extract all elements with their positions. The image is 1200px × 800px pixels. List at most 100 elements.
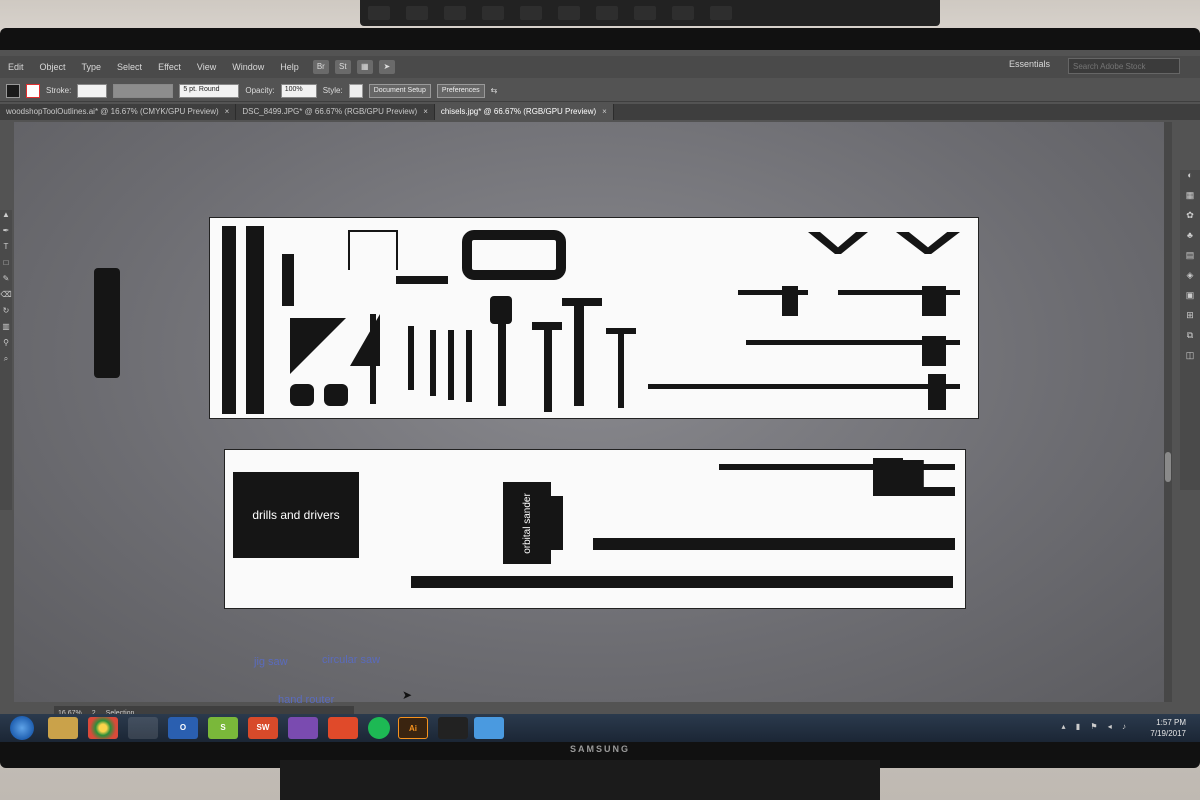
jig-saw-label[interactable]: jig saw	[254, 656, 288, 668]
circular-saw-label[interactable]: circular saw	[322, 654, 380, 666]
hammer-handle[interactable]	[544, 326, 552, 412]
bar-clamp-shape[interactable]	[648, 384, 960, 389]
canvas[interactable]: drills and drivers orbital sander jig sa…	[14, 122, 1164, 706]
preferences-button[interactable]: Preferences	[436, 83, 485, 98]
properties-panel-icon[interactable]: ▤	[1180, 250, 1200, 270]
app-button[interactable]: S	[208, 717, 238, 739]
pathfinder-panel-icon[interactable]: ◫	[1180, 350, 1200, 370]
transform-panel-icon[interactable]: ⧉	[1180, 330, 1200, 350]
screwdriver-shape[interactable]	[430, 330, 436, 396]
tab-chisels[interactable]: chisels.jpg* @ 66.67% (RGB/GPU Preview) ×	[434, 104, 614, 120]
menu-object[interactable]: Object	[32, 62, 74, 72]
menu-select[interactable]: Select	[109, 62, 150, 72]
stroke-weight-field[interactable]	[77, 83, 108, 98]
pen-tool-icon[interactable]: ✒	[0, 226, 12, 242]
brushes-panel-icon[interactable]: ✿	[1180, 210, 1200, 230]
stroke-swatch[interactable]	[26, 83, 40, 98]
claw-hammer-handle[interactable]	[574, 302, 584, 406]
scroll-thumb[interactable]	[1165, 452, 1171, 482]
app-button[interactable]	[438, 717, 468, 739]
bridge-button[interactable]: Br	[312, 60, 329, 74]
vertical-scrollbar[interactable]	[1164, 122, 1172, 702]
zoom-tool-icon[interactable]: ⌕	[0, 354, 12, 370]
solidworks-button[interactable]: SW	[248, 717, 278, 739]
coping-saw-handle[interactable]	[396, 276, 448, 284]
type-tool-icon[interactable]: T	[0, 242, 12, 258]
arrange-docs-icon[interactable]: ▦	[356, 60, 373, 74]
close-icon[interactable]: ×	[602, 107, 607, 116]
menu-edit[interactable]: Edit	[0, 62, 32, 72]
artboard-power-tools[interactable]: drills and drivers orbital sander	[224, 449, 966, 609]
chisel-shape[interactable]	[94, 268, 120, 378]
rectangle-tool-icon[interactable]: □	[0, 258, 12, 274]
variable-width-field[interactable]	[113, 83, 174, 98]
outlook-button[interactable]: O	[168, 717, 198, 739]
rule-shape[interactable]	[370, 314, 376, 404]
illustrator-button[interactable]: Ai	[398, 717, 428, 739]
close-icon[interactable]: ×	[423, 107, 428, 116]
start-button[interactable]	[10, 716, 34, 740]
brush-definition[interactable]: 5 pt. Round	[179, 83, 240, 98]
selection-tool-icon[interactable]: ▲	[0, 210, 12, 226]
screwdriver-shape[interactable]	[448, 330, 454, 400]
close-icon[interactable]: ×	[225, 107, 230, 116]
align-panel-icon[interactable]: ⊞	[1180, 310, 1200, 330]
color-panel-icon[interactable]: ◐	[1180, 170, 1200, 190]
speed-square-shape[interactable]	[290, 318, 346, 374]
tab-woodshop[interactable]: woodshopToolOutlines.ai* @ 16.67% (CMYK/…	[0, 104, 237, 120]
arrange-icon[interactable]: ⇆	[491, 86, 498, 95]
clamp-jaw[interactable]	[873, 458, 903, 496]
app-button[interactable]	[288, 717, 318, 739]
clamp-jaw[interactable]	[928, 374, 946, 410]
clock[interactable]: 1:57 PM 7/19/2017	[1150, 717, 1186, 739]
artboard-hand-tools[interactable]	[209, 217, 979, 419]
spotify-button[interactable]	[368, 717, 390, 739]
screwdriver-shape[interactable]	[466, 330, 472, 402]
tack-hammer-handle[interactable]	[618, 330, 624, 408]
system-tray-icons[interactable]: ▴ ▮ ⚑ ◂ ♪	[1062, 722, 1131, 731]
f-clamp-jaw[interactable]	[782, 286, 798, 316]
menu-window[interactable]: Window	[224, 62, 272, 72]
stock-search-input[interactable]	[1068, 58, 1180, 74]
sander-handle[interactable]	[551, 496, 563, 550]
level-shape[interactable]	[222, 226, 236, 414]
screwdriver-shape[interactable]	[408, 326, 414, 390]
drills-and-drivers-block[interactable]: drills and drivers	[233, 472, 359, 558]
mallet-handle[interactable]	[498, 318, 506, 406]
tape-measure-shape[interactable]	[290, 384, 314, 406]
creative-cloud-button[interactable]	[328, 717, 358, 739]
swatches-panel-icon[interactable]: ▦	[1180, 190, 1200, 210]
menu-view[interactable]: View	[189, 62, 224, 72]
app-button[interactable]	[474, 717, 504, 739]
orbital-sander-block[interactable]: orbital sander	[503, 482, 551, 564]
fill-swatch[interactable]	[6, 83, 20, 98]
tab-dsc[interactable]: DSC_8499.JPG* @ 66.67% (RGB/GPU Preview)…	[236, 104, 435, 120]
eyedropper-tool-icon[interactable]: ⚲	[0, 338, 12, 354]
f-clamp-jaw[interactable]	[922, 336, 946, 366]
artboards-panel-icon[interactable]: ▣	[1180, 290, 1200, 310]
straightedge-shape[interactable]	[411, 576, 953, 588]
style-swatch[interactable]	[348, 83, 363, 98]
send-icon[interactable]: ➤	[378, 60, 395, 74]
menu-effect[interactable]: Effect	[150, 62, 189, 72]
f-clamp-jaw[interactable]	[922, 286, 946, 316]
hacksaw-shape[interactable]	[462, 230, 566, 280]
app-button[interactable]	[128, 717, 158, 739]
level-shape[interactable]	[246, 226, 264, 414]
coping-saw-shape[interactable]	[348, 230, 398, 270]
corner-clamp-shape[interactable]	[808, 232, 868, 254]
menu-type[interactable]: Type	[74, 62, 110, 72]
chrome-button[interactable]	[88, 717, 118, 739]
opacity-field[interactable]: 100%	[280, 83, 317, 98]
square-shape[interactable]	[282, 254, 294, 306]
file-explorer-button[interactable]	[48, 717, 78, 739]
layers-panel-icon[interactable]: ◈	[1180, 270, 1200, 290]
rotate-tool-icon[interactable]: ↻	[0, 306, 12, 322]
workspace-switcher[interactable]: Essentials	[1009, 59, 1050, 69]
straightedge-shape[interactable]	[593, 538, 955, 550]
symbols-panel-icon[interactable]: ♣	[1180, 230, 1200, 250]
tape-measure-shape[interactable]	[324, 384, 348, 406]
menu-help[interactable]: Help	[272, 62, 307, 72]
corner-clamp-shape[interactable]	[896, 232, 960, 254]
document-setup-button[interactable]: Document Setup	[368, 83, 431, 98]
